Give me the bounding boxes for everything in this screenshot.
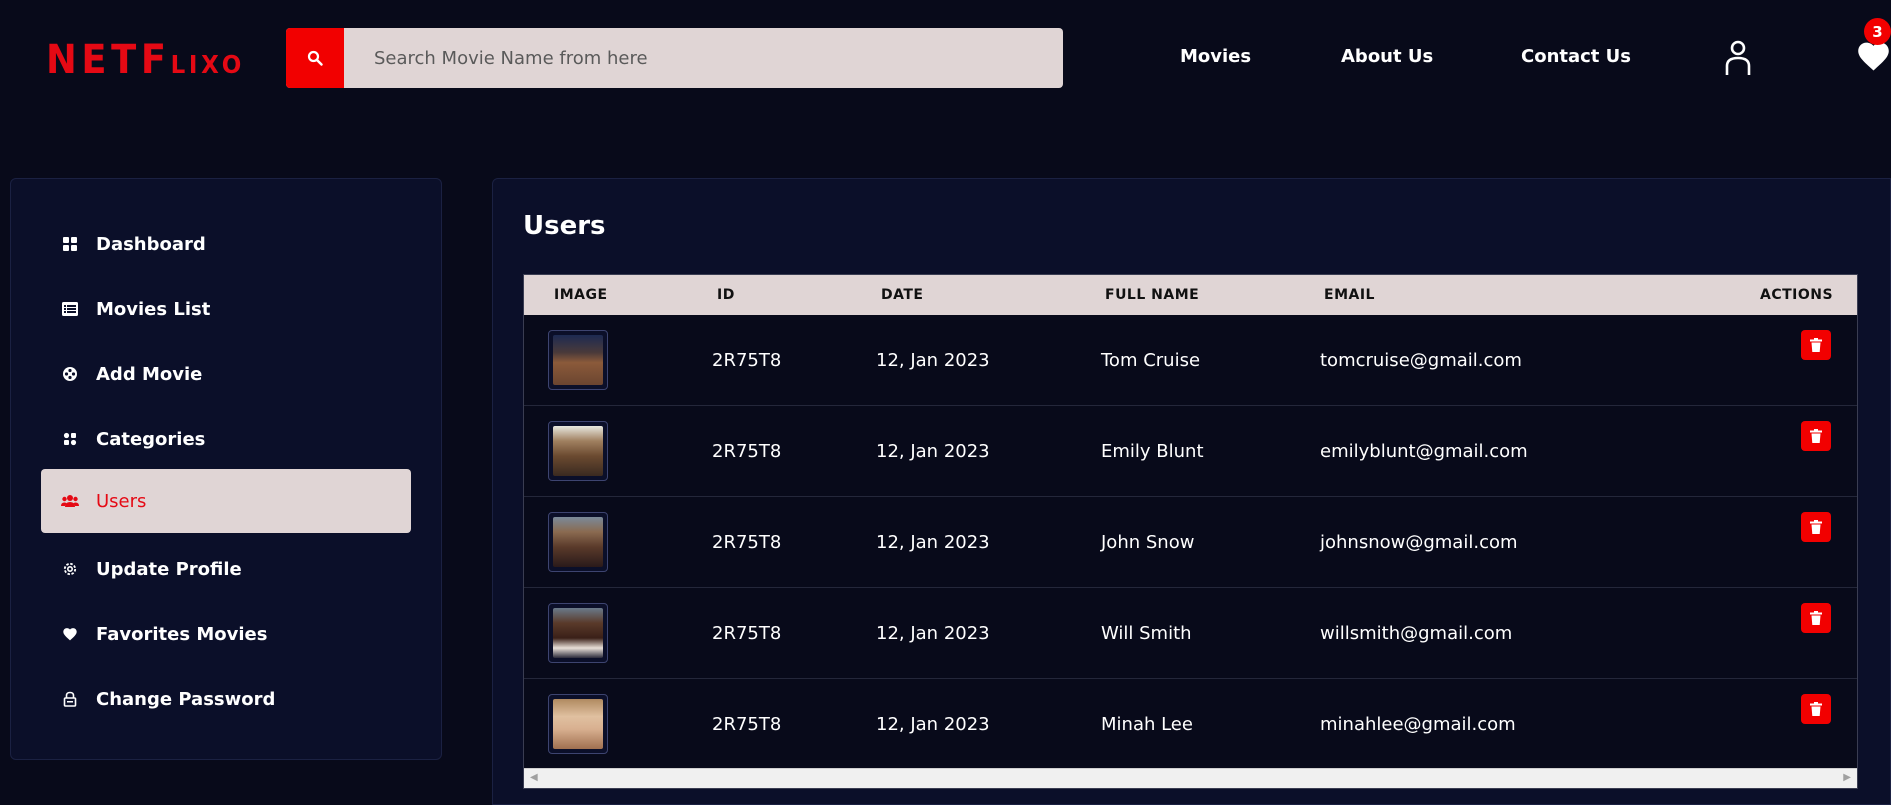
dashboard-icon [61,235,79,253]
trash-icon [1810,611,1822,625]
favorites-button[interactable] [1856,40,1891,76]
user-email: minahlee@gmail.com [1320,714,1516,735]
user-id: 2R75T8 [712,350,782,371]
favorites-count-badge: 3 [1864,18,1891,45]
avatar[interactable] [548,421,608,481]
logo-main: NETF [46,37,171,83]
nav-contact-us[interactable]: Contact Us [1521,46,1631,67]
scroll-left-arrow-icon[interactable]: ◀ [530,772,538,783]
column-header-full-name: FULL NAME [1105,287,1200,303]
sidebar-item-label: Add Movie [96,363,203,385]
table-row: 2R75T8 12, Jan 2023 Minah Lee minahlee@g… [524,679,1857,770]
sidebar-item-label: Movies List [96,298,211,320]
lock-icon [61,690,79,708]
trash-icon [1810,520,1822,534]
table-row: 2R75T8 12, Jan 2023 John Snow johnsnow@g… [524,497,1857,588]
table-row: 2R75T8 12, Jan 2023 Will Smith willsmith… [524,588,1857,679]
nav-about-us[interactable]: About Us [1341,46,1433,67]
avatar[interactable] [548,512,608,572]
categories-icon [61,430,79,448]
scroll-right-arrow-icon[interactable]: ▶ [1843,772,1851,783]
search-input[interactable] [344,28,1063,88]
sidebar-item-label: Favorites Movies [96,623,268,645]
heart-icon [1858,42,1889,71]
user-date: 12, Jan 2023 [876,441,990,462]
user-id: 2R75T8 [712,623,782,644]
sidebar-item-label: Change Password [96,688,276,710]
avatar[interactable] [548,330,608,390]
sidebar-item-categories[interactable]: Categories [41,407,411,471]
table-header: IMAGE ID DATE FULL NAME EMAIL ACTIONS [524,275,1857,315]
user-full-name: Emily Blunt [1101,441,1204,462]
user-date: 12, Jan 2023 [876,714,990,735]
user-full-name: John Snow [1101,532,1195,553]
column-header-date: DATE [881,287,924,303]
search-icon [307,50,323,66]
column-header-image: IMAGE [554,287,608,303]
users-table: IMAGE ID DATE FULL NAME EMAIL ACTIONS 2R… [523,274,1858,789]
column-header-id: ID [717,287,735,303]
sidebar-item-label: Update Profile [96,558,242,580]
delete-button[interactable] [1801,694,1831,724]
user-id: 2R75T8 [712,532,782,553]
user-date: 12, Jan 2023 [876,623,990,644]
table-row: 2R75T8 12, Jan 2023 Tom Cruise tomcruise… [524,315,1857,406]
user-email: willsmith@gmail.com [1320,623,1513,644]
trash-icon [1810,338,1822,352]
list-icon [61,300,79,318]
sidebar-item-dashboard[interactable]: Dashboard [41,212,411,276]
users-panel: Users IMAGE ID DATE FULL NAME EMAIL ACTI… [492,178,1891,805]
trash-icon [1810,429,1822,443]
search-button[interactable] [286,28,344,88]
search-bar [286,28,1063,88]
avatar[interactable] [548,694,608,754]
delete-button[interactable] [1801,421,1831,451]
sidebar-item-add-movie[interactable]: Add Movie [41,342,411,406]
users-icon [61,492,79,510]
gear-icon [61,560,79,578]
sidebar-item-movies-list[interactable]: Movies List [41,277,411,341]
sidebar-item-label: Categories [96,428,206,450]
logo-small: LIXO [170,50,245,79]
sidebar-item-change-password[interactable]: Change Password [41,667,411,731]
user-full-name: Minah Lee [1101,714,1193,735]
user-date: 12, Jan 2023 [876,350,990,371]
table-row: 2R75T8 12, Jan 2023 Emily Blunt emilyblu… [524,406,1857,497]
sidebar-item-favorites-movies[interactable]: Favorites Movies [41,602,411,666]
delete-button[interactable] [1801,603,1831,633]
delete-button[interactable] [1801,330,1831,360]
logo[interactable]: NETFLIXO [46,38,245,87]
user-id: 2R75T8 [712,714,782,735]
trash-icon [1810,702,1822,716]
sidebar-item-label: Dashboard [96,233,206,255]
user-email: emilyblunt@gmail.com [1320,441,1528,462]
user-email: johnsnow@gmail.com [1320,532,1518,553]
sidebar-item-update-profile[interactable]: Update Profile [41,537,411,601]
column-header-email: EMAIL [1324,287,1375,303]
avatar[interactable] [548,603,608,663]
user-full-name: Will Smith [1101,623,1192,644]
sidebar-item-label: Users [96,490,147,512]
heart-icon [61,625,79,643]
sidebar: Dashboard Movies List Add Movie Categori… [10,178,442,760]
column-header-actions: ACTIONS [1760,287,1834,303]
delete-button[interactable] [1801,512,1831,542]
user-id: 2R75T8 [712,441,782,462]
sidebar-item-users[interactable]: Users [41,469,411,533]
user-icon[interactable] [1724,40,1752,76]
film-reel-icon [61,365,79,383]
horizontal-scrollbar[interactable]: ◀ ▶ [524,768,1857,788]
user-full-name: Tom Cruise [1101,350,1201,371]
page-title: Users [523,211,606,241]
user-date: 12, Jan 2023 [876,532,990,553]
user-email: tomcruise@gmail.com [1320,350,1522,371]
nav-movies[interactable]: Movies [1180,46,1251,67]
